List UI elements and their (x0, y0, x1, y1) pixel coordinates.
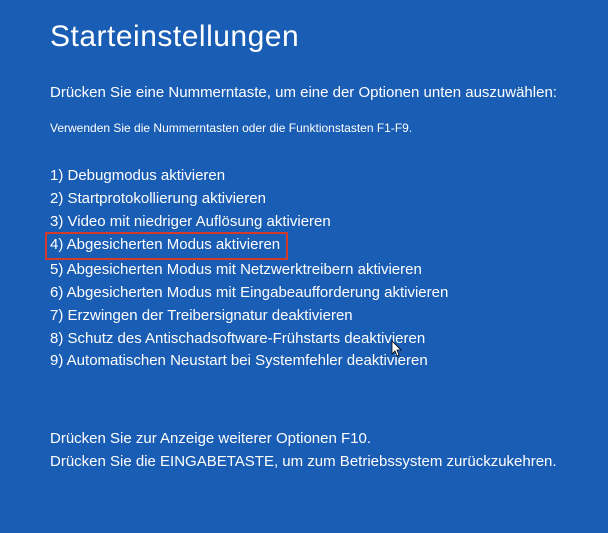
instruction-text: Drücken Sie eine Nummerntaste, um eine d… (50, 82, 558, 103)
hint-text: Verwenden Sie die Nummerntasten oder die… (50, 121, 558, 135)
option-disable-antimalware[interactable]: 8) Schutz des Antischadsoftware-Frühstar… (50, 328, 558, 351)
footer-more-options: Drücken Sie zur Anzeige weiterer Optione… (50, 428, 558, 451)
option-boot-logging[interactable]: 2) Startprotokollierung aktivieren (50, 188, 558, 211)
startup-options-list: 1) Debugmodus aktivieren 2) Startprotoko… (50, 165, 558, 373)
footer-return-os: Drücken Sie die EINGABETASTE, um zum Bet… (50, 451, 558, 474)
option-safe-mode[interactable]: 4) Abgesicherten Modus aktivieren (45, 232, 288, 260)
page-title: Starteinstellungen (50, 20, 558, 54)
option-debug-mode[interactable]: 1) Debugmodus aktivieren (50, 165, 558, 188)
option-safe-mode-networking[interactable]: 5) Abgesicherten Modus mit Netzwerktreib… (50, 259, 558, 282)
option-safe-mode-command-prompt[interactable]: 6) Abgesicherten Modus mit Eingabeauffor… (50, 282, 558, 305)
option-low-res-video[interactable]: 3) Video mit niedriger Auflösung aktivie… (50, 211, 558, 234)
option-disable-auto-restart[interactable]: 9) Automatischen Neustart bei Systemfehl… (50, 350, 558, 373)
option-disable-driver-signature[interactable]: 7) Erzwingen der Treibersignatur deaktiv… (50, 305, 558, 328)
